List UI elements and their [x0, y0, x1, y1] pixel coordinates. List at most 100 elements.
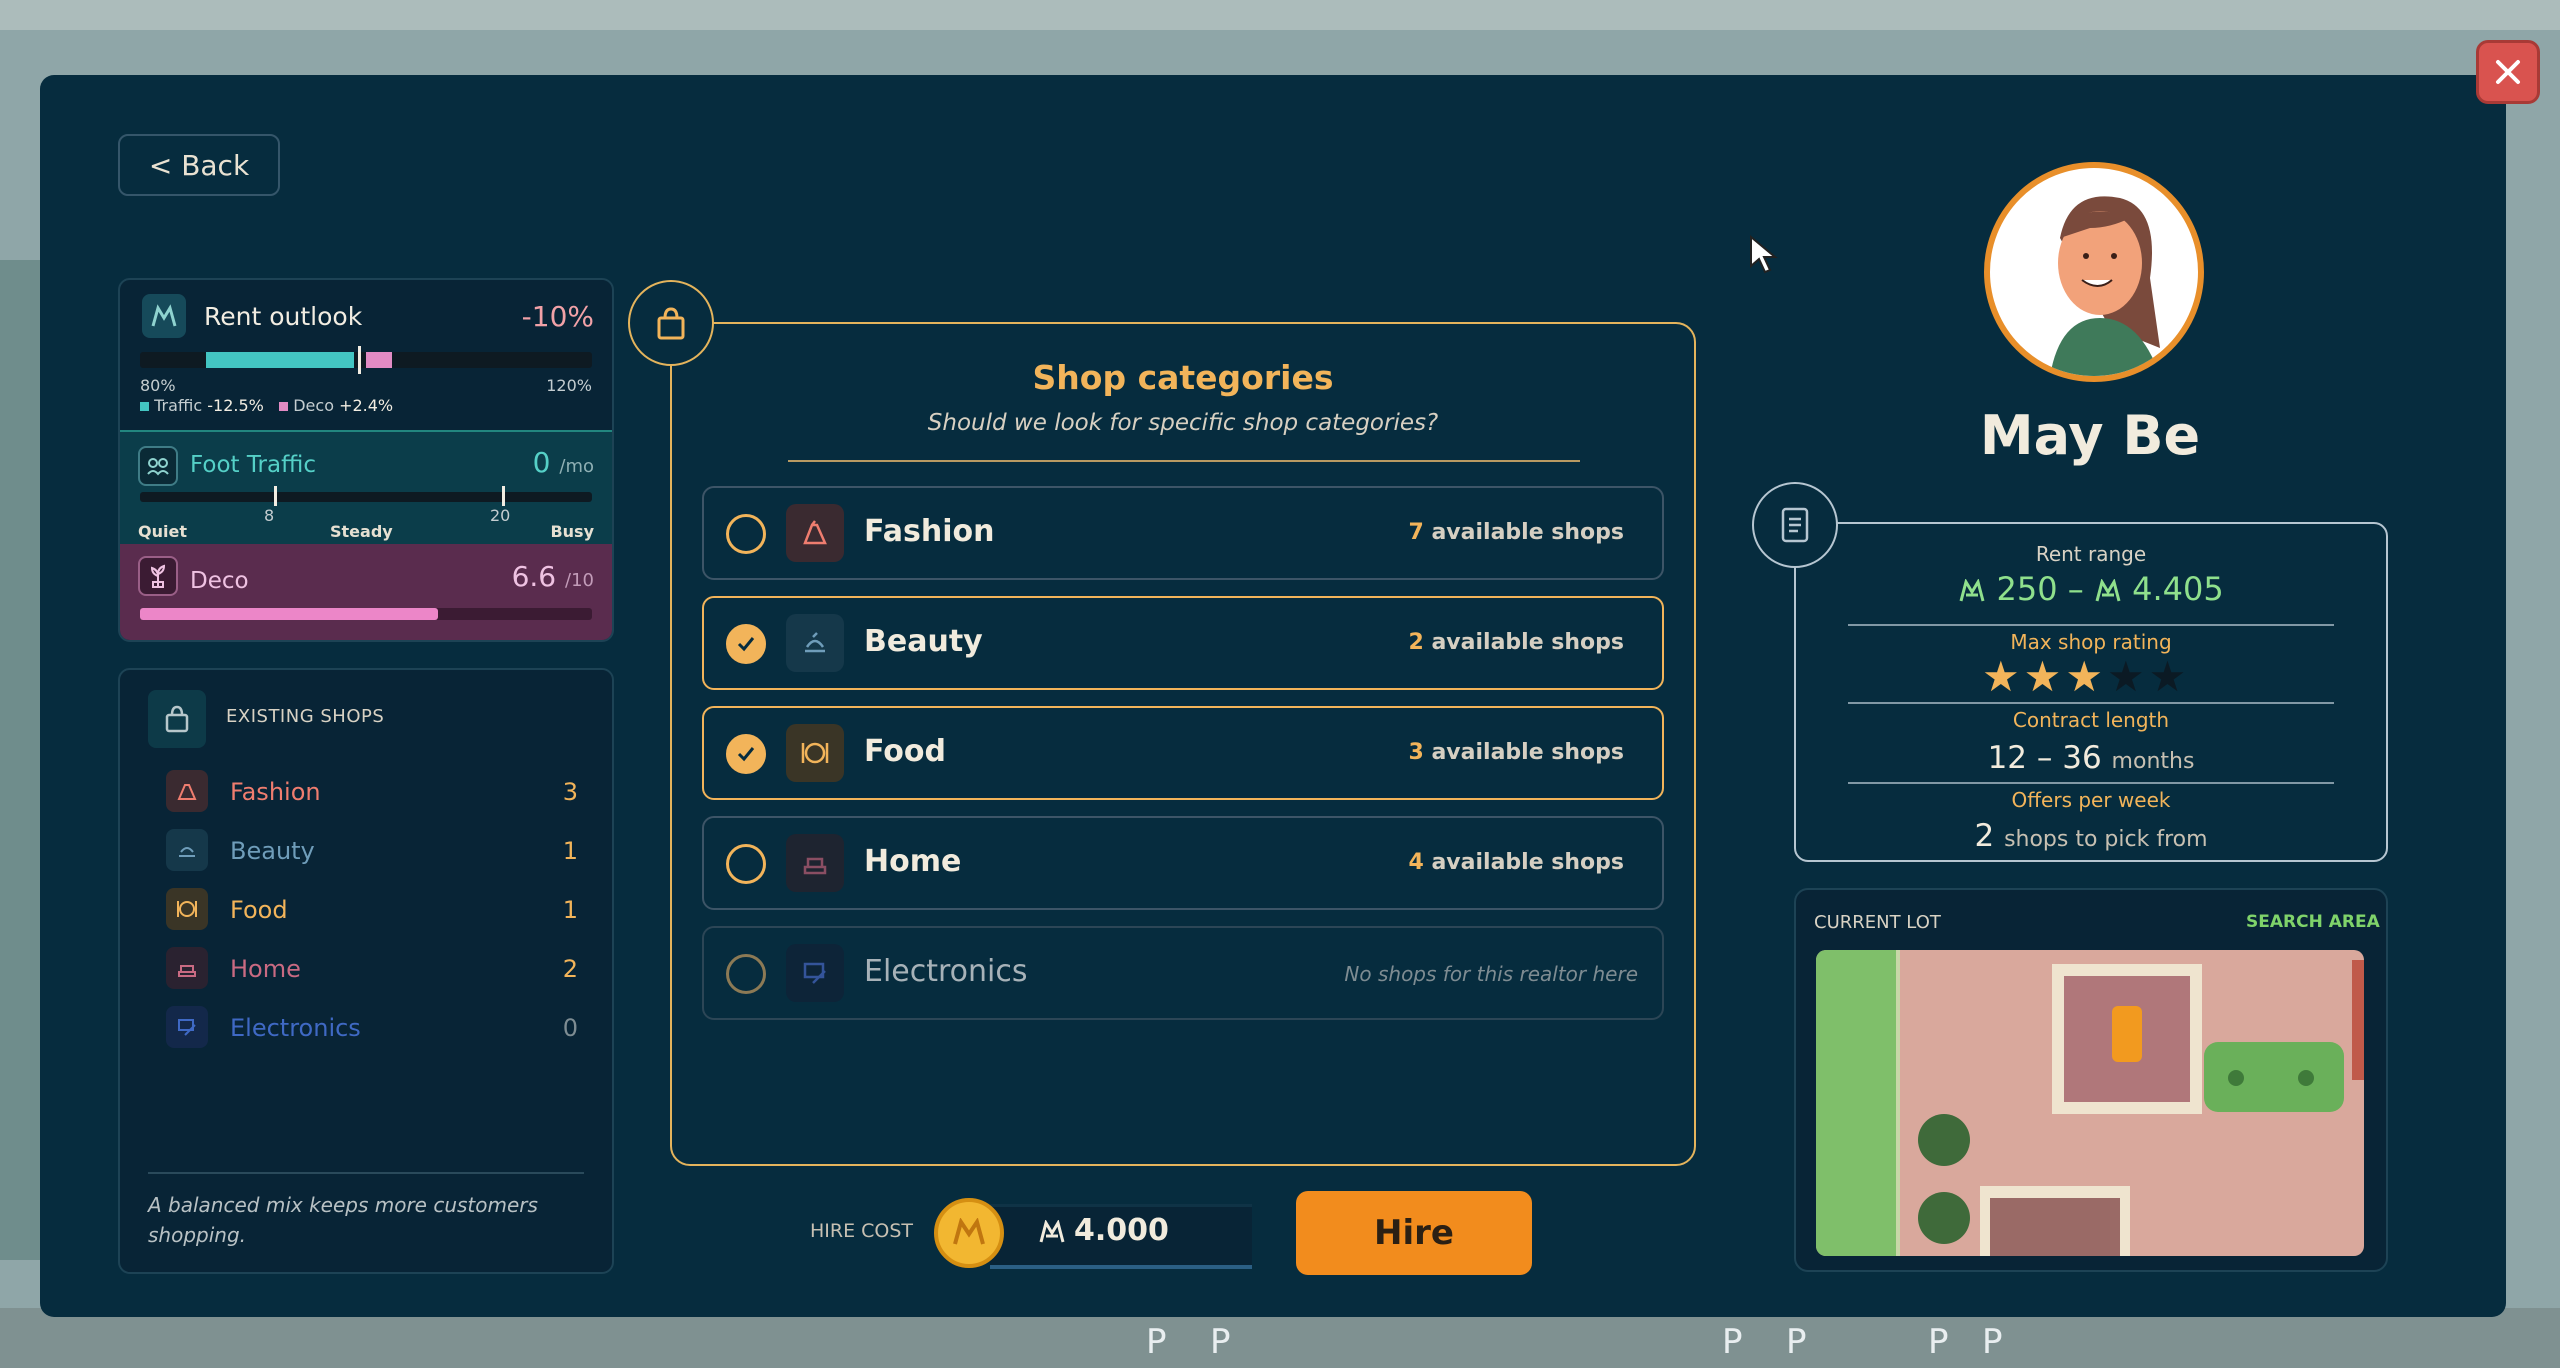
- existing-shop-food: Food 1: [166, 888, 578, 932]
- existing-shop-beauty: Beauty 1: [166, 829, 578, 873]
- beauty-icon: [166, 829, 208, 871]
- rent-marker: [358, 346, 361, 374]
- plant-icon: [138, 556, 178, 596]
- category-name: Beauty: [864, 624, 983, 659]
- rent-outlook-change: -10%: [521, 300, 594, 333]
- existing-shop-name: Food: [230, 896, 288, 924]
- existing-shop-name: Home: [230, 955, 301, 983]
- deco-number: 6.6: [511, 560, 557, 593]
- existing-shop-count: 1: [562, 896, 578, 924]
- fashion-icon: [786, 504, 844, 562]
- max-rating-stars: ★ ★ ★ ★ ★: [1982, 656, 2186, 698]
- hire-cost-label: HIRE COST: [810, 1220, 914, 1242]
- category-name: Electronics: [864, 954, 1028, 989]
- document-icon: [1781, 507, 1809, 543]
- electronics-icon: [786, 944, 844, 1002]
- parking-sign: P: [1722, 1322, 1743, 1362]
- category-option-beauty[interactable]: Beauty 2 available shops: [702, 596, 1664, 690]
- existing-shop-count: 2: [562, 955, 578, 983]
- deco-value: 6.6 /10: [512, 560, 594, 593]
- rent-range-label: Rent range: [2035, 542, 2147, 566]
- available-suffix: available shops: [1431, 630, 1624, 655]
- food-icon: [166, 888, 208, 930]
- category-option-home[interactable]: Home 4 available shops: [702, 816, 1664, 910]
- available-count: 7: [1408, 520, 1424, 545]
- category-option-fashion[interactable]: Fashion 7 available shops: [702, 486, 1664, 580]
- offers-label: Offers per week: [2011, 788, 2171, 812]
- deco-breakdown-value: +2.4%: [339, 396, 394, 415]
- foot-traffic-bar: [140, 492, 592, 502]
- category-radio-checked[interactable]: [726, 734, 766, 774]
- deco-swatch: [279, 402, 289, 411]
- offers-unit: shops to pick from: [2004, 827, 2208, 852]
- rent-range-max: 4.405: [2132, 570, 2224, 608]
- back-button[interactable]: < Back: [118, 134, 280, 196]
- currency-icon: [1039, 1218, 1065, 1242]
- existing-shop-home: Home 2: [166, 947, 578, 991]
- hire-cost-value: 4.000: [1038, 1213, 1169, 1248]
- category-radio[interactable]: [726, 844, 766, 884]
- max-rating-label: Max shop rating: [2010, 630, 2172, 654]
- category-radio[interactable]: [726, 514, 766, 554]
- parking-sign: P: [1928, 1322, 1949, 1362]
- hire-button[interactable]: Hire: [1296, 1191, 1532, 1275]
- deco-bar-fill: [140, 608, 438, 620]
- existing-shops-card: EXISTING SHOPS Fashion 3 Beauty 1 Food 1…: [118, 668, 614, 1274]
- available-suffix: available shops: [1431, 520, 1624, 545]
- available-count: 4: [1408, 850, 1424, 875]
- shopping-bag-icon: [148, 690, 206, 748]
- category-name: Fashion: [864, 514, 995, 549]
- deco-breakdown-label: Deco: [293, 396, 334, 415]
- check-icon: [737, 637, 755, 652]
- rent-deco-fill: [366, 352, 392, 368]
- deco-title: Deco: [190, 568, 249, 594]
- rent-outlook-section: Rent outlook -10% 80% 120% Traffic -12.5…: [120, 280, 612, 430]
- rent-traffic-fill: [206, 352, 354, 368]
- foot-traffic-value: 0 /mo: [533, 446, 594, 479]
- category-radio-disabled[interactable]: [726, 954, 766, 994]
- category-availability: 2 available shops: [1408, 630, 1624, 655]
- realtor-name: May Be: [1979, 404, 2201, 467]
- categories-badge: [628, 280, 714, 366]
- rent-max-label: 120%: [546, 376, 592, 395]
- rent-min-label: 80%: [140, 376, 176, 395]
- shop-mix-tip: A balanced mix keeps more customers shop…: [148, 1193, 538, 1247]
- game-top-bar: [0, 0, 2560, 30]
- parking-sign: P: [1786, 1322, 1807, 1362]
- star-filled-icon: ★: [2023, 652, 2062, 701]
- no-shops-note: No shops for this realtor here: [1344, 962, 1638, 986]
- check-icon: [737, 747, 755, 762]
- parking-sign: P: [1146, 1322, 1167, 1362]
- existing-shop-count: 1: [562, 837, 578, 865]
- category-option-food[interactable]: Food 3 available shops: [702, 706, 1664, 800]
- fashion-icon: [166, 770, 208, 812]
- deco-unit: /10: [565, 570, 594, 591]
- game-side-strip: [0, 260, 40, 1260]
- coin-icon: [934, 1198, 1004, 1268]
- lot-map-preview[interactable]: [1816, 950, 2364, 1256]
- info-divider: [1848, 702, 2334, 704]
- categories-title: Shop categories: [1032, 358, 1334, 397]
- traffic-breakdown-label: Traffic: [154, 396, 203, 415]
- star-filled-icon: ★: [1982, 652, 2020, 701]
- existing-shop-name: Fashion: [230, 778, 321, 806]
- electronics-icon: [166, 1006, 208, 1048]
- category-availability: 7 available shops: [1408, 520, 1624, 545]
- foot-traffic-unit: /mo: [559, 456, 594, 477]
- search-area-link[interactable]: SEARCH AREA: [2246, 912, 2380, 932]
- category-radio-checked[interactable]: [726, 624, 766, 664]
- foot-traffic-number: 0: [532, 446, 551, 479]
- foot-traffic-tick-low-label: 8: [264, 506, 275, 525]
- star-empty-icon: ★: [2148, 652, 2187, 701]
- close-button[interactable]: [2476, 40, 2540, 104]
- rent-range-value: 250 – 4.405: [1794, 570, 2388, 608]
- existing-shop-count: 0: [562, 1014, 578, 1042]
- category-name: Food: [864, 734, 946, 769]
- current-lot-title: CURRENT LOT: [1814, 912, 1941, 933]
- star-filled-icon: ★: [2065, 652, 2103, 701]
- star-empty-icon: ★: [2106, 652, 2145, 701]
- home-icon: [166, 947, 208, 989]
- categories-subtitle: Should we look for specific shop categor…: [927, 410, 1439, 436]
- category-option-electronics[interactable]: Electronics No shops for this realtor he…: [702, 926, 1664, 1020]
- foot-traffic-title: Foot Traffic: [190, 452, 316, 478]
